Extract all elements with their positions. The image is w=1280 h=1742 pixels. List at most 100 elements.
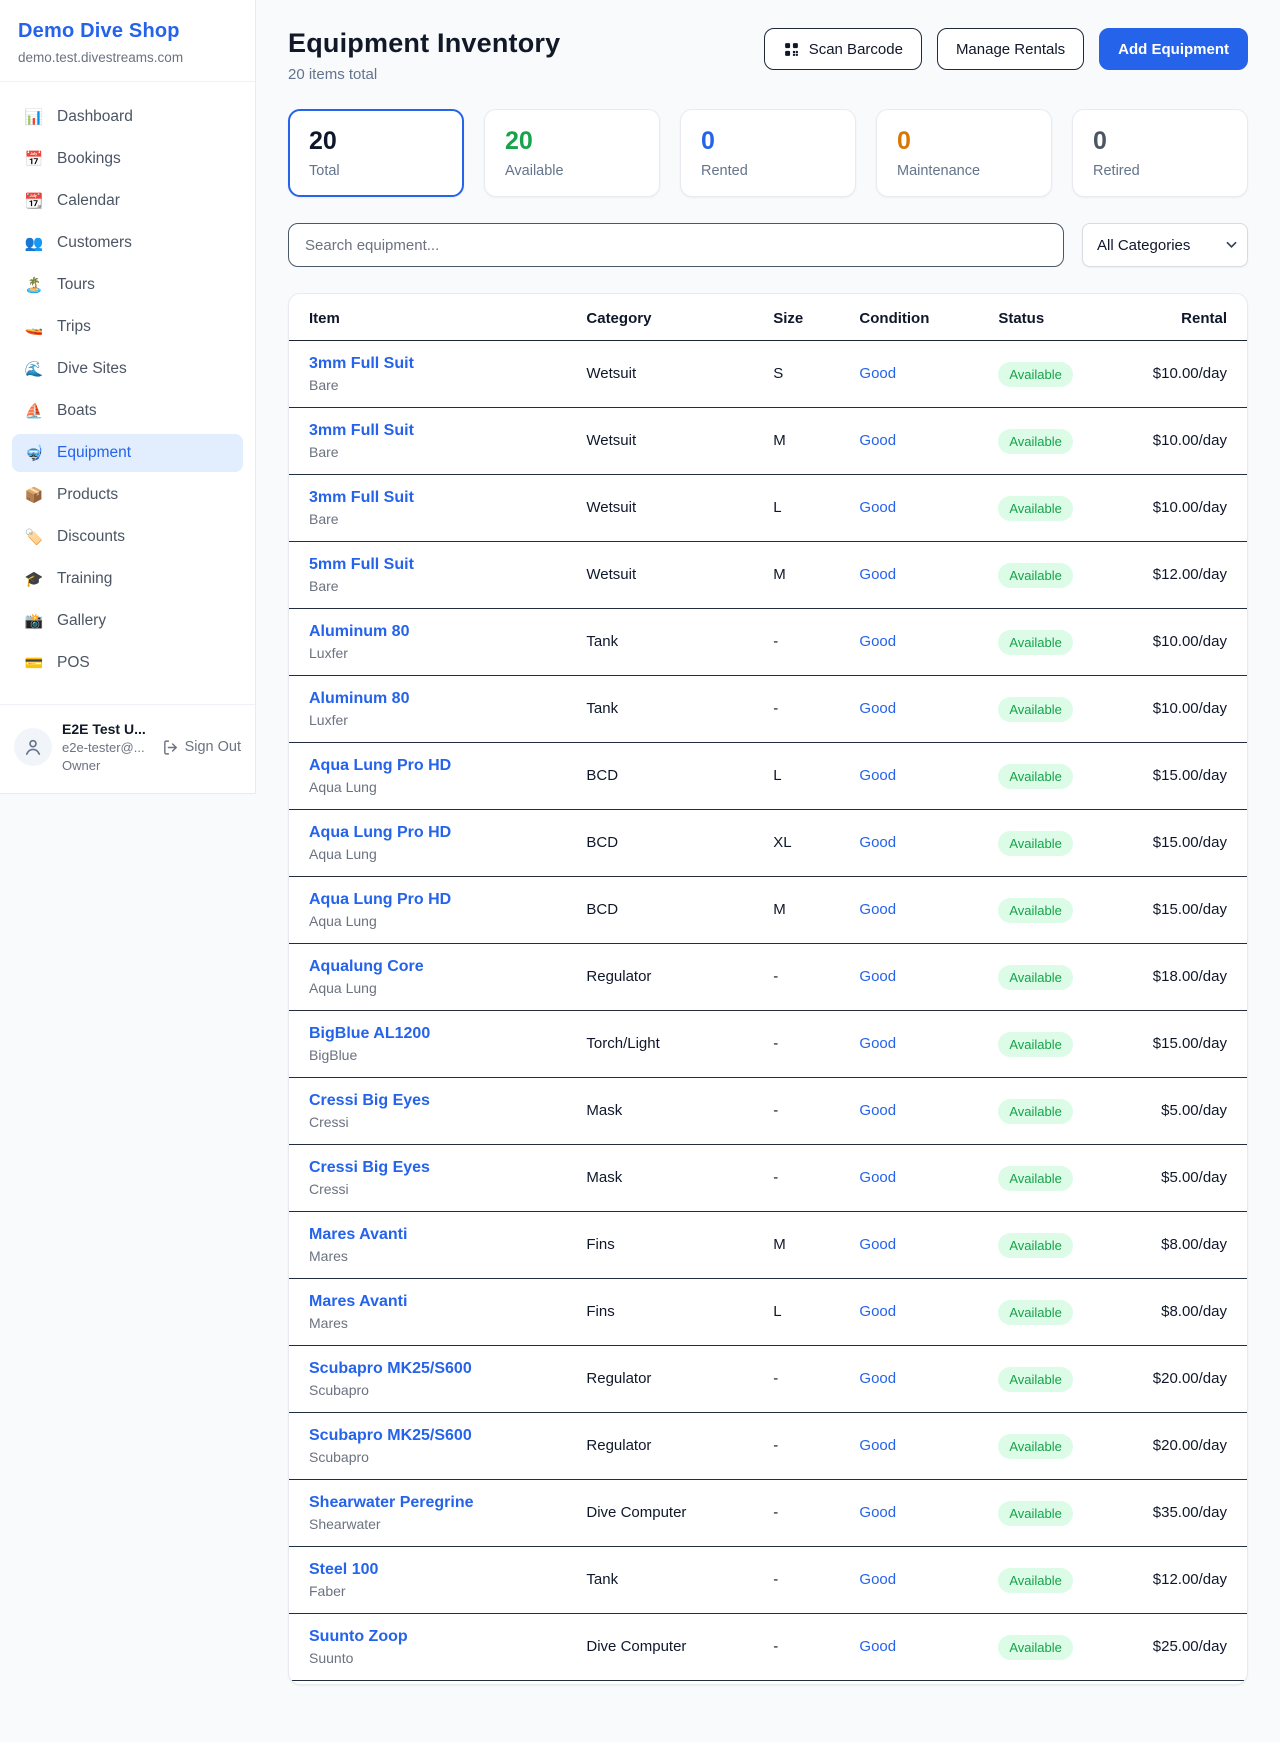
item-name-link[interactable]: Shearwater Peregrine: [309, 1494, 566, 1512]
item-condition-link[interactable]: Good: [859, 1571, 896, 1588]
item-condition-link[interactable]: Good: [859, 365, 896, 382]
item-category: Dive Computer: [586, 1504, 686, 1521]
item-name-link[interactable]: Cressi Big Eyes: [309, 1159, 566, 1177]
item-condition-link[interactable]: Good: [859, 499, 896, 516]
manage-rentals-button[interactable]: Manage Rentals: [937, 28, 1084, 70]
item-condition-link[interactable]: Good: [859, 1169, 896, 1186]
stat-card[interactable]: 20 Available: [484, 109, 660, 197]
item-name-link[interactable]: 3mm Full Suit: [309, 355, 566, 373]
sidebar-nav-item[interactable]: 🏝️ Tours: [12, 266, 243, 304]
stat-label: Maintenance: [897, 163, 1031, 179]
item-name-link[interactable]: Aqua Lung Pro HD: [309, 891, 566, 909]
sidebar-nav: 📊 Dashboard 📅 Bookings 📆 Calendar 👥 Cust…: [0, 82, 255, 694]
table-row: Aqua Lung Pro HD Aqua Lung BCD M Good Av…: [289, 877, 1247, 944]
search-input[interactable]: [288, 223, 1064, 267]
item-name-link[interactable]: Scubapro MK25/S600: [309, 1360, 566, 1378]
user-role: Owner: [62, 758, 152, 773]
stat-card[interactable]: 0 Retired: [1072, 109, 1248, 197]
item-condition-link[interactable]: Good: [859, 1437, 896, 1454]
item-condition-link[interactable]: Good: [859, 901, 896, 918]
item-condition-link[interactable]: Good: [859, 767, 896, 784]
category-select-wrap: All Categories: [1082, 223, 1248, 267]
item-name-link[interactable]: Aqua Lung Pro HD: [309, 757, 566, 775]
item-condition-link[interactable]: Good: [859, 1102, 896, 1119]
item-size: L: [773, 1303, 781, 1320]
main-content: Equipment Inventory 20 items total Scan …: [256, 0, 1280, 1725]
item-name-link[interactable]: Aqua Lung Pro HD: [309, 824, 566, 842]
item-rental-price: $15.00/day: [1153, 901, 1227, 918]
item-category: Tank: [586, 700, 618, 717]
item-category: BCD: [586, 834, 618, 851]
graduation-cap-icon: 🎓: [24, 572, 44, 587]
item-name-link[interactable]: 3mm Full Suit: [309, 422, 566, 440]
column-header-status: Status: [988, 294, 1117, 341]
item-category: Torch/Light: [586, 1035, 659, 1052]
status-badge: Available: [998, 898, 1073, 923]
item-condition-link[interactable]: Good: [859, 1638, 896, 1655]
brand-block: Demo Dive Shop demo.test.divestreams.com: [0, 0, 255, 82]
item-name-link[interactable]: Aluminum 80: [309, 690, 566, 708]
sidebar-nav-item[interactable]: 💳 POS: [12, 644, 243, 682]
stat-card[interactable]: 20 Total: [288, 109, 464, 197]
sidebar-nav-item[interactable]: 🚤 Trips: [12, 308, 243, 346]
item-name-link[interactable]: Mares Avanti: [309, 1293, 566, 1311]
add-equipment-button[interactable]: Add Equipment: [1099, 28, 1248, 70]
item-condition-link[interactable]: Good: [859, 968, 896, 985]
item-name-link[interactable]: Mares Avanti: [309, 1226, 566, 1244]
sidebar-nav-item-label: Gallery: [57, 612, 106, 630]
sailboat-icon: ⛵: [24, 404, 44, 419]
sidebar-nav-item[interactable]: 👥 Customers: [12, 224, 243, 262]
item-name-link[interactable]: Aqualung Core: [309, 958, 566, 976]
sidebar-nav-item[interactable]: 📊 Dashboard: [12, 98, 243, 136]
sidebar-nav-item[interactable]: 📅 Bookings: [12, 140, 243, 178]
sidebar-nav-item[interactable]: 📦 Products: [12, 476, 243, 514]
item-condition-link[interactable]: Good: [859, 834, 896, 851]
item-name-link[interactable]: Scubapro MK25/S600: [309, 1427, 566, 1445]
item-condition-link[interactable]: Good: [859, 1504, 896, 1521]
tag-icon: 🏷️: [24, 530, 44, 545]
diving-mask-icon: 🤿: [24, 446, 44, 461]
sidebar-nav-item[interactable]: 🤿 Equipment: [12, 434, 243, 472]
stat-card[interactable]: 0 Maintenance: [876, 109, 1052, 197]
sidebar-nav-item[interactable]: 📆 Calendar: [12, 182, 243, 220]
item-name-link[interactable]: 3mm Full Suit: [309, 489, 566, 507]
item-condition-link[interactable]: Good: [859, 432, 896, 449]
item-condition-link[interactable]: Good: [859, 1303, 896, 1320]
sidebar-nav-item-label: Calendar: [57, 192, 120, 210]
sidebar-nav-item[interactable]: 🌊 Dive Sites: [12, 350, 243, 388]
item-category: Wetsuit: [586, 365, 636, 382]
sign-out-label: Sign Out: [185, 739, 241, 755]
item-size: -: [773, 1571, 778, 1588]
sign-out-button[interactable]: Sign Out: [162, 739, 241, 756]
sidebar-nav-item[interactable]: 📸 Gallery: [12, 602, 243, 640]
item-name-link[interactable]: Suunto Zoop: [309, 1628, 566, 1646]
column-header-item: Item: [289, 294, 576, 341]
item-name-link[interactable]: Cressi Big Eyes: [309, 1092, 566, 1110]
status-badge: Available: [998, 362, 1073, 387]
item-condition-link[interactable]: Good: [859, 633, 896, 650]
status-badge: Available: [998, 1099, 1073, 1124]
category-select[interactable]: All Categories: [1082, 223, 1248, 267]
stat-card[interactable]: 0 Rented: [680, 109, 856, 197]
item-rental-price: $5.00/day: [1161, 1169, 1227, 1186]
column-header-condition: Condition: [849, 294, 988, 341]
item-condition-link[interactable]: Good: [859, 566, 896, 583]
stat-label: Total: [309, 163, 443, 179]
sidebar-nav-item[interactable]: 🏷️ Discounts: [12, 518, 243, 556]
item-condition-link[interactable]: Good: [859, 1236, 896, 1253]
sidebar-nav-item[interactable]: 🎓 Training: [12, 560, 243, 598]
item-condition-link[interactable]: Good: [859, 700, 896, 717]
sidebar-nav-item[interactable]: ⛵ Boats: [12, 392, 243, 430]
item-name-link[interactable]: 5mm Full Suit: [309, 556, 566, 574]
item-size: M: [773, 566, 786, 583]
item-brand: Bare: [309, 578, 566, 594]
scan-barcode-button[interactable]: Scan Barcode: [764, 28, 922, 70]
table-body: 3mm Full Suit Bare Wetsuit S Good Availa…: [289, 341, 1247, 1681]
item-rental-price: $18.00/day: [1153, 968, 1227, 985]
item-name-link[interactable]: BigBlue AL1200: [309, 1025, 566, 1043]
item-rental-price: $20.00/day: [1153, 1437, 1227, 1454]
item-name-link[interactable]: Steel 100: [309, 1561, 566, 1579]
item-name-link[interactable]: Aluminum 80: [309, 623, 566, 641]
item-condition-link[interactable]: Good: [859, 1370, 896, 1387]
item-condition-link[interactable]: Good: [859, 1035, 896, 1052]
